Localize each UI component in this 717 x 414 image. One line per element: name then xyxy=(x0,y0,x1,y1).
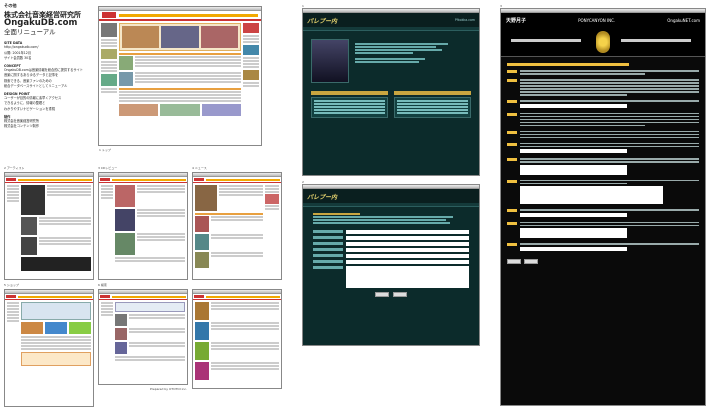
design-line: できるように、情報の整理と xyxy=(4,101,46,106)
submit-button[interactable] xyxy=(375,292,389,297)
site-logo: パレプー内 xyxy=(307,17,338,25)
submit-button[interactable] xyxy=(507,258,521,264)
caption: 4 ニュース xyxy=(192,166,207,170)
site-body xyxy=(99,21,261,118)
feature-image xyxy=(101,23,117,37)
search-page-screenshot xyxy=(98,289,188,385)
right-column xyxy=(243,23,259,116)
site-name: OngakuDB.com xyxy=(4,18,78,29)
kokka-form-screenshot: パレプー内 xyxy=(302,184,480,346)
site-header: 天野月子 PONYCANYON INC. OngakuNET.com xyxy=(501,13,705,27)
design-line: ユーザーが目的の情報に素早くアクセス xyxy=(4,96,62,101)
caption: 3 CDレビュー xyxy=(98,166,118,170)
reset-button[interactable] xyxy=(524,258,538,264)
caption: Prepared by OTOTOI inc. xyxy=(150,387,187,391)
site-data-line: http://ongakudb.com/ xyxy=(4,45,39,50)
left-column xyxy=(101,23,117,116)
artist-photo xyxy=(311,39,349,83)
concept-line: 検索できる、音楽ファンのための xyxy=(4,78,52,83)
site-url: Pfkokka.com xyxy=(454,18,475,22)
project-description: その他 株式会社音楽経営研究所 OngakuDB.com 全面リニューアル SI… xyxy=(4,3,96,129)
artist-page-screenshot xyxy=(4,172,94,280)
ongakudb-top-screenshot xyxy=(98,6,262,146)
caption: 1 トップ xyxy=(99,148,111,152)
ranking-page-screenshot xyxy=(192,289,282,389)
site-logo: パレプー内 xyxy=(307,193,338,201)
concept-line: OngakuDB.comは音楽情報を総合的に提供するサイト xyxy=(4,68,83,73)
design-line: わかりやすいナビゲーションを重視 xyxy=(4,106,55,111)
label-brand: PONYCANYON INC. xyxy=(578,17,616,23)
portfolio-page: その他 株式会社音楽経営研究所 OngakuDB.com 全面リニューアル SI… xyxy=(0,0,717,414)
cd-review-screenshot xyxy=(98,172,188,280)
kokka-top-screenshot: パレプー内 Pfkokka.com xyxy=(302,8,480,176)
caption: 5 ショップ xyxy=(4,283,19,287)
site-data-line: 公開: 2001年12月 xyxy=(4,50,32,55)
section-label: その他 xyxy=(4,3,17,8)
reset-button[interactable] xyxy=(393,292,407,297)
concept-line: 音楽に関するあらゆるデータと記事を xyxy=(4,73,59,78)
site-header xyxy=(99,11,261,21)
channel-logo: OngakuNET.com xyxy=(667,17,700,23)
site-data-line: サイト会員数 30名 xyxy=(4,55,32,60)
credit-line: 株式会社コンテンツ制作 xyxy=(4,124,40,129)
renewal-label: 全面リニューアル xyxy=(4,28,56,37)
caption: 6 検索 xyxy=(98,283,107,287)
credit-line: 株式会社音楽経営研究所 xyxy=(4,119,40,124)
site-header: パレプー内 Pfkokka.com xyxy=(303,13,479,27)
questionnaire-screenshot: 天野月子 PONYCANYON INC. OngakuNET.com xyxy=(500,8,706,406)
site-logo: 天野月子 xyxy=(506,17,527,24)
shop-page-screenshot xyxy=(4,289,94,407)
concept-line: 総合データベースサイトとしてリニューアル xyxy=(4,83,68,88)
site-logo xyxy=(102,12,116,18)
main-column xyxy=(119,23,241,116)
banner xyxy=(501,27,705,57)
global-nav xyxy=(119,13,258,17)
news-page-screenshot xyxy=(192,172,282,280)
caption: 2 アーティスト xyxy=(4,166,25,170)
